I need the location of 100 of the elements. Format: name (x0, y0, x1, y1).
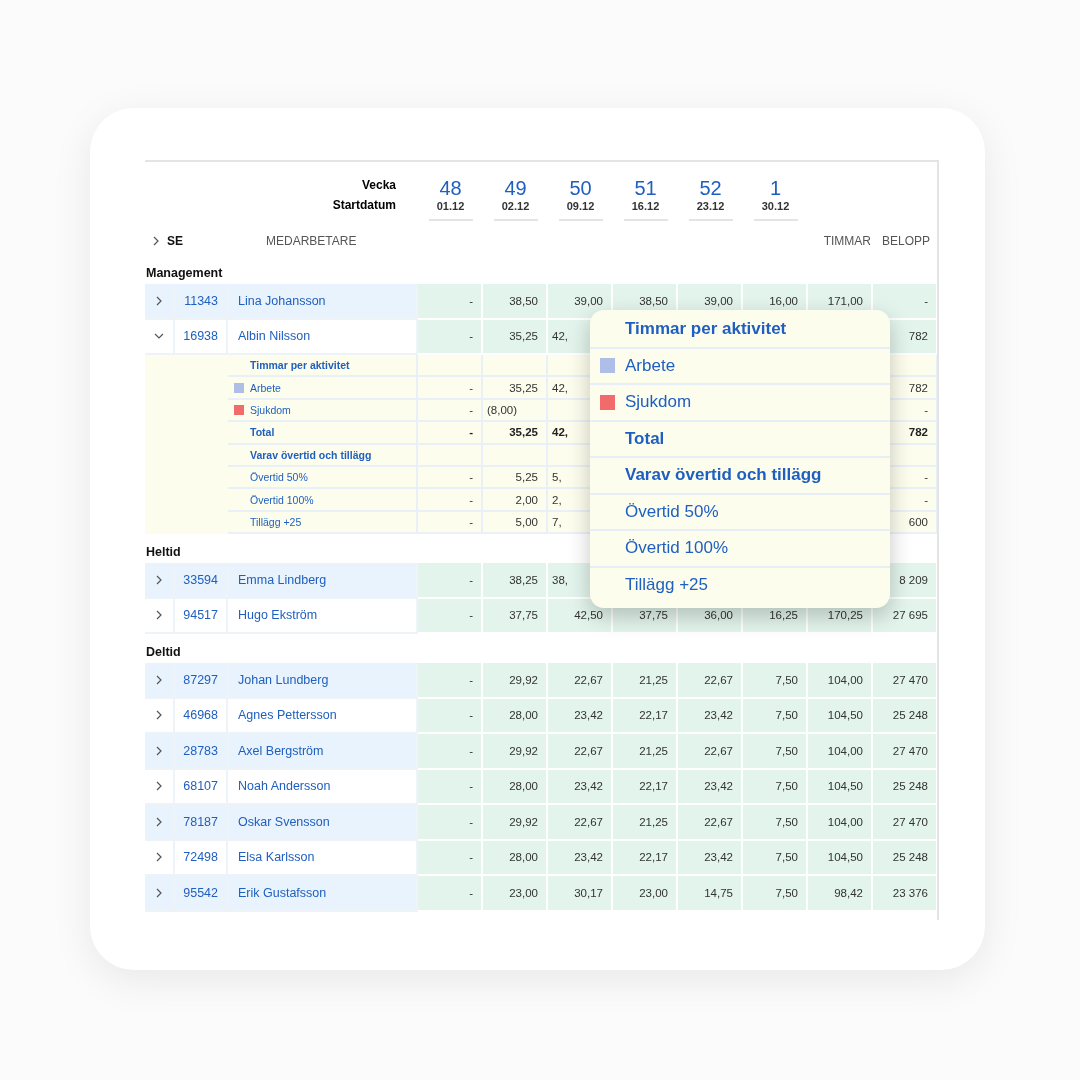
employee-name[interactable]: Axel Bergström (228, 734, 418, 770)
employee-name[interactable]: Hugo Ekström (228, 598, 418, 635)
table-cell: 22,67 (678, 805, 743, 841)
chevron-right-icon[interactable] (154, 745, 164, 756)
table-cell: 7,50 (743, 876, 808, 912)
section-title: Deltid (146, 645, 181, 660)
table-cell: 38,50 (483, 284, 548, 320)
table-cell: 22,67 (548, 805, 613, 841)
table-cell: 23,42 (548, 769, 613, 806)
table-cell: (8,00) (483, 399, 548, 423)
employee-id[interactable]: 11343 (175, 284, 228, 320)
table-cell: 23,42 (678, 840, 743, 877)
employee-id[interactable]: 68107 (175, 769, 228, 806)
table-cell: 35,25 (483, 377, 548, 400)
chevron-right-icon[interactable] (154, 887, 164, 898)
table-cell: 23,42 (678, 698, 743, 735)
table-cell: 22,17 (613, 840, 678, 877)
table-cell: 30,17 (548, 876, 613, 912)
detail-label: Total (250, 426, 275, 439)
week-number[interactable]: 49 (504, 177, 527, 199)
column-header: TIMMAR (822, 234, 872, 248)
employee-name[interactable]: Emma Lindberg (228, 563, 418, 599)
chevron-right-icon[interactable] (154, 610, 164, 621)
employee-id[interactable]: 72498 (175, 840, 228, 877)
table-cell: 23 376 (873, 876, 937, 912)
employee-name[interactable]: Lina Johansson (228, 284, 418, 320)
popover-item: Tillägg +25 (625, 574, 708, 595)
table-cell: 104,00 (808, 805, 873, 841)
table-cell: 22,17 (613, 769, 678, 806)
table-cell: - (418, 876, 483, 912)
employee-name[interactable]: Albin Nilsson (228, 319, 418, 355)
employee-name[interactable]: Agnes Pettersson (228, 698, 418, 735)
table-cell: 27 470 (873, 805, 937, 841)
table-cell: 5,25 (483, 466, 548, 490)
employee-id[interactable]: 46968 (175, 698, 228, 735)
table-cell: 104,00 (808, 734, 873, 770)
chevron-right-icon[interactable] (151, 236, 161, 246)
table-cell: 5,00 (483, 511, 548, 535)
week-number[interactable]: 51 (634, 177, 657, 199)
week-number[interactable]: 48 (439, 177, 462, 199)
week-number[interactable]: 50 (569, 177, 592, 199)
employee-id[interactable]: 87297 (175, 663, 228, 699)
employee-name[interactable]: Johan Lundberg (228, 663, 418, 699)
employee-id[interactable]: 33594 (175, 563, 228, 599)
table-cell: 25 248 (873, 840, 937, 877)
section-title: Heltid (146, 545, 181, 560)
week-start-date: 16.12 (631, 199, 660, 213)
table-cell: - (418, 734, 483, 770)
detail-label: Övertid 100% (250, 493, 314, 506)
employee-id[interactable]: 95542 (175, 876, 228, 912)
table-cell: - (418, 698, 483, 735)
table-cell: - (418, 466, 483, 490)
employee-name[interactable]: Elsa Karlsson (228, 840, 418, 877)
popover-item: Sjukdom (625, 392, 692, 413)
table-cell: 29,92 (483, 805, 548, 841)
employee-id[interactable]: 78187 (175, 805, 228, 841)
table-cell: 7,50 (743, 698, 808, 735)
chevron-right-icon[interactable] (154, 816, 164, 827)
table-cell: 7,50 (743, 734, 808, 770)
table-cell: 25 248 (873, 769, 937, 806)
week-number[interactable]: 52 (699, 177, 722, 199)
chevron-right-icon[interactable] (154, 781, 164, 792)
table-cell: - (418, 489, 483, 512)
table-cell: 37,75 (483, 598, 548, 635)
popover-item: Arbete (625, 355, 676, 376)
table-cell: 35,25 (483, 319, 548, 355)
employee-id[interactable]: 16938 (175, 319, 228, 355)
chevron-right-icon[interactable] (154, 574, 164, 585)
chevron-right-icon[interactable] (154, 295, 164, 306)
table-cell: 21,25 (613, 805, 678, 841)
popover-heading: Varav övertid och tillägg (625, 465, 822, 486)
week-start-date: 23.12 (696, 199, 725, 213)
week-start-date: 30.12 (761, 199, 790, 213)
table-cell: - (418, 377, 483, 400)
table-cell: 14,75 (678, 876, 743, 912)
employee-id[interactable]: 94517 (175, 598, 228, 635)
table-cell: 28,00 (483, 840, 548, 877)
week-start-date: 02.12 (501, 199, 530, 213)
table-cell: 39,00 (548, 284, 613, 320)
table-cell: 23,42 (678, 769, 743, 806)
detail-heading: Varav övertid och tillägg (250, 448, 372, 461)
employee-name[interactable]: Erik Gustafsson (228, 876, 418, 912)
chevron-right-icon[interactable] (154, 710, 164, 721)
table-cell: 7,50 (743, 805, 808, 841)
table-cell: 21,25 (613, 734, 678, 770)
table-cell: 98,42 (808, 876, 873, 912)
table-cell: 27 470 (873, 734, 937, 770)
table-cell: - (873, 284, 937, 320)
employee-name[interactable]: Oskar Svensson (228, 805, 418, 841)
employee-id[interactable]: 28783 (175, 734, 228, 770)
table-cell: 27 695 (873, 598, 937, 635)
table-cell: 104,00 (808, 663, 873, 699)
table-cell: - (418, 511, 483, 535)
week-number[interactable]: 1 (769, 177, 782, 199)
chevron-right-icon[interactable] (154, 674, 164, 685)
chevron-right-icon[interactable] (154, 852, 164, 863)
table-cell: 23,00 (483, 876, 548, 912)
table-cell: 22,67 (548, 663, 613, 699)
table-cell: 7,50 (743, 769, 808, 806)
employee-name[interactable]: Noah Andersson (228, 769, 418, 806)
